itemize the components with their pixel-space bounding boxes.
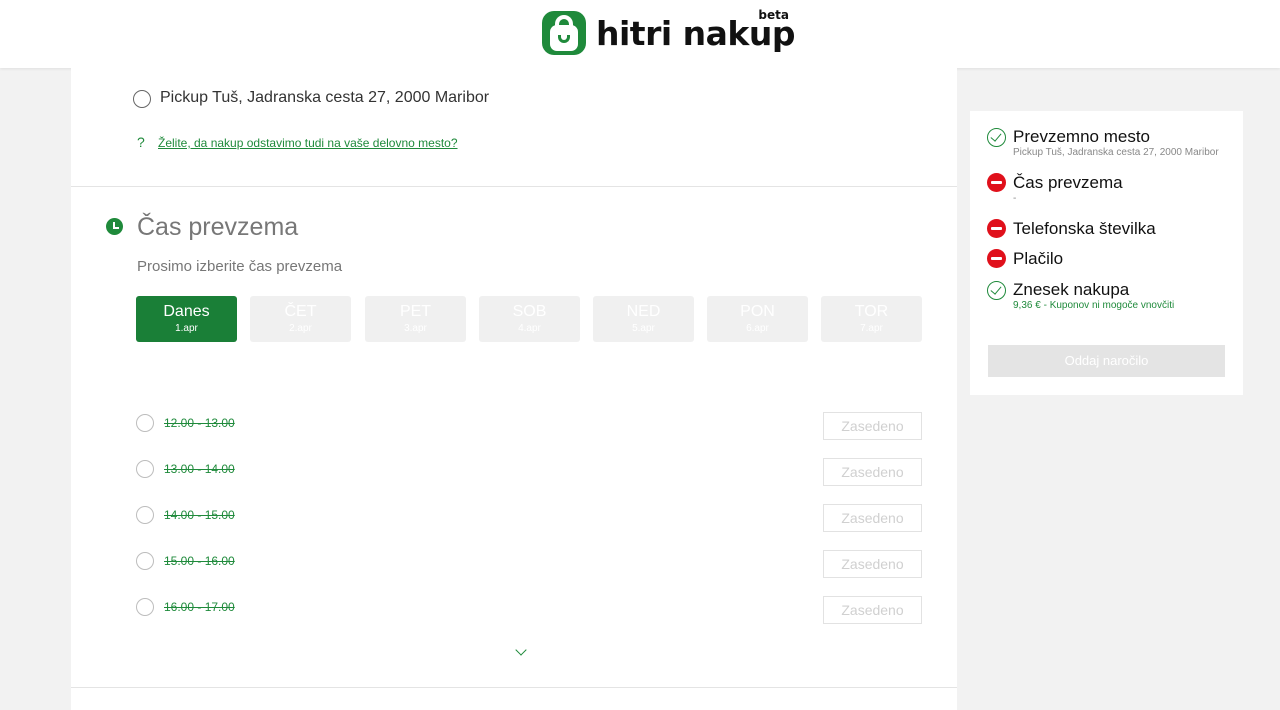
time-slot-radio[interactable] — [136, 460, 154, 478]
logo[interactable]: hitri nakup beta — [542, 8, 795, 58]
day-name: ČET — [284, 303, 317, 320]
day-button-tor[interactable]: TOR 7.apr — [821, 296, 922, 342]
time-slot-label: 16.00 - 17.00 — [164, 600, 235, 614]
slot-occupied-button[interactable]: Zasedeno — [823, 550, 922, 578]
day-name: PON — [740, 303, 775, 320]
order-summary: Prevzemno mesto Pickup Tuš, Jadranska ce… — [970, 111, 1243, 395]
day-name: TOR — [854, 303, 889, 320]
workplace-delivery-link[interactable]: Želite, da nakup odstavimo tudi na vaše … — [158, 136, 458, 150]
summary-detail-time: - — [1013, 193, 1017, 204]
day-name: PET — [399, 303, 432, 320]
day-button-ned[interactable]: NED 5.apr — [593, 296, 694, 342]
shopping-bag-icon — [542, 11, 586, 55]
day-name: NED — [626, 303, 661, 320]
day-date: 2.apr — [289, 323, 312, 334]
summary-title-pickup: Prevzemno mesto — [1013, 127, 1150, 146]
section-divider — [71, 186, 957, 187]
summary-detail-pickup: Pickup Tuš, Jadranska cesta 27, 2000 Mar… — [1013, 147, 1219, 158]
pickup-radio[interactable] — [133, 90, 151, 108]
check-circle-icon — [987, 281, 1006, 300]
day-button-cet[interactable]: ČET 2.apr — [250, 296, 351, 342]
day-date: 7.apr — [860, 323, 883, 334]
section-title: Čas prevzema — [137, 213, 299, 241]
day-button-pet[interactable]: PET 3.apr — [365, 296, 466, 342]
time-slot-radio[interactable] — [136, 506, 154, 524]
day-date: 3.apr — [404, 323, 427, 334]
checkout-main: Pickup Tuš, Jadranska cesta 27, 2000 Mar… — [71, 68, 957, 710]
header: hitri nakup beta — [0, 0, 1280, 68]
summary-title-phone: Telefonska številka — [1013, 219, 1156, 238]
slot-occupied-button[interactable]: Zasedeno — [823, 504, 922, 532]
time-slot-label: 12.00 - 13.00 — [164, 416, 235, 430]
section-subtitle: Prosimo izberite čas prevzema — [137, 258, 343, 275]
slot-occupied-button[interactable]: Zasedeno — [823, 596, 922, 624]
summary-detail-amount: 9,36 € - Kuponov ni mogoče vnovčiti — [1013, 300, 1175, 311]
day-button-pon[interactable]: PON 6.apr — [707, 296, 808, 342]
time-slot-radio[interactable] — [136, 598, 154, 616]
day-date: 5.apr — [632, 323, 655, 334]
submit-order-button[interactable]: Oddaj naročilo — [988, 345, 1225, 377]
day-date: 6.apr — [746, 323, 769, 334]
time-slot-radio[interactable] — [136, 414, 154, 432]
time-slot-label: 15.00 - 16.00 — [164, 554, 235, 568]
beta-badge: beta — [758, 7, 789, 22]
time-slot-radio[interactable] — [136, 552, 154, 570]
no-entry-icon — [987, 219, 1006, 238]
time-slot-label: 14.00 - 15.00 — [164, 508, 235, 522]
clock-icon — [106, 218, 123, 235]
logo-text: hitri nakup beta — [596, 8, 795, 53]
pickup-option-label: Pickup Tuš, Jadranska cesta 27, 2000 Mar… — [160, 89, 490, 106]
slot-occupied-button[interactable]: Zasedeno — [823, 412, 922, 440]
summary-title-amount: Znesek nakupa — [1013, 280, 1130, 299]
day-name: Danes — [163, 303, 210, 320]
day-button-danes[interactable]: Danes 1.apr — [136, 296, 237, 342]
day-date: 4.apr — [518, 323, 541, 334]
no-entry-icon — [987, 249, 1006, 268]
section-divider — [71, 687, 957, 688]
summary-title-time: Čas prevzema — [1013, 173, 1123, 192]
no-entry-icon — [987, 173, 1006, 192]
slot-occupied-button[interactable]: Zasedeno — [823, 458, 922, 486]
day-date: 1.apr — [175, 323, 198, 334]
help-icon: ? — [137, 134, 145, 150]
check-circle-icon — [987, 128, 1006, 147]
summary-title-payment: Plačilo — [1013, 249, 1064, 268]
day-button-sob[interactable]: SOB 4.apr — [479, 296, 580, 342]
day-name: SOB — [512, 303, 547, 320]
chevron-down-icon[interactable] — [515, 644, 527, 656]
time-slot-label: 13.00 - 14.00 — [164, 462, 235, 476]
